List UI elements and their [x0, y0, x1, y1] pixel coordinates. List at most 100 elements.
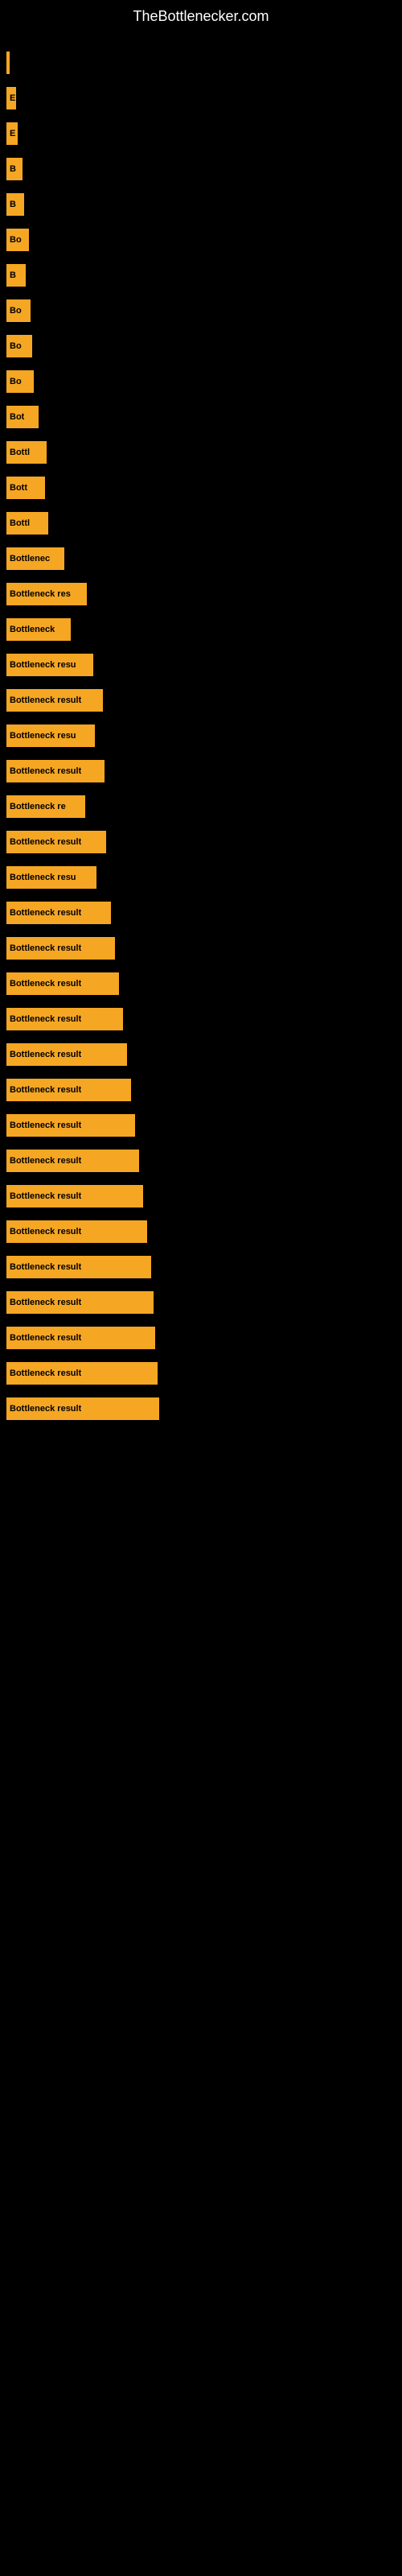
bar-row: Bottl [0, 506, 402, 541]
bar-item: Bottleneck result [6, 972, 119, 995]
bar-item: Bottleneck result [6, 831, 106, 853]
bar-label: Bo [10, 306, 22, 316]
bar-row: Bo [0, 293, 402, 328]
bar-item: Bottleneck resu [6, 724, 95, 747]
bar-row: Bottleneck result [0, 1108, 402, 1143]
bar-label: Bottl [10, 518, 30, 528]
bar-row: Bottleneck resu [0, 647, 402, 683]
bar-label: Bottleneck result [10, 766, 81, 776]
bar-row: Bottleneck result [0, 1391, 402, 1426]
bar-row: E [0, 116, 402, 151]
bar-label: Bottleneck resu [10, 873, 76, 882]
bar-row: Bottleneck result [0, 1356, 402, 1391]
bar-row: Bo [0, 328, 402, 364]
bar-label: Bottleneck res [10, 589, 71, 599]
bar-row: Bottleneck resu [0, 718, 402, 753]
bar-label: Bottleneck result [10, 1085, 81, 1095]
bar-item: Bottleneck result [6, 902, 111, 924]
bar-item: Bottleneck [6, 618, 71, 641]
bar-row: Bottleneck result [0, 1285, 402, 1320]
bar-label: Bo [10, 235, 22, 245]
bar-item: Bottl [6, 441, 47, 464]
bar-item: Bottleneck result [6, 1256, 151, 1278]
bar-row: E [0, 80, 402, 116]
bar-row: Bottleneck resu [0, 860, 402, 895]
bar-item: E [6, 122, 18, 145]
bar-item: Bottleneck result [6, 1114, 135, 1137]
bar-row: Bottleneck result [0, 824, 402, 860]
bars-container: E E B B Bo B Bo Bo Bo Bot Bottl Bott Bottl Bottlenec B… [0, 37, 402, 1435]
bar-label: Bottl [10, 448, 30, 457]
bar-row: Bo [0, 364, 402, 399]
bar-row [0, 45, 402, 80]
site-title: TheBottlenecker.com [0, 0, 402, 37]
bar-item [6, 52, 10, 74]
bar-item: Bottleneck result [6, 1150, 139, 1172]
bar-item: Bott [6, 477, 45, 499]
bar-item: B [6, 264, 26, 287]
bar-label: B [10, 164, 16, 174]
bar-label: Bot [10, 412, 24, 422]
bar-row: Bottleneck result [0, 1214, 402, 1249]
bar-item: Bottleneck result [6, 1043, 127, 1066]
bar-item: Bottlenec [6, 547, 64, 570]
bar-label: Bottleneck result [10, 1333, 81, 1343]
bar-item: Bottleneck res [6, 583, 87, 605]
bar-row: Bottleneck re [0, 789, 402, 824]
bar-label: B [10, 200, 16, 209]
bar-row: Bottleneck result [0, 1037, 402, 1072]
bar-row: Bottleneck result [0, 1001, 402, 1037]
bar-row: B [0, 258, 402, 293]
bar-item: Bottleneck result [6, 1220, 147, 1243]
bar-row: Bottleneck result [0, 966, 402, 1001]
bar-item: Bottleneck result [6, 1327, 155, 1349]
bar-label: Bottleneck result [10, 1368, 81, 1378]
bar-label: Bottleneck result [10, 1262, 81, 1272]
bar-label: Bottleneck result [10, 1121, 81, 1130]
bar-row: Bottleneck result [0, 753, 402, 789]
bar-row: B [0, 187, 402, 222]
bar-item: Bottleneck result [6, 760, 105, 782]
bar-item: Bottleneck result [6, 1079, 131, 1101]
bar-item: Bottleneck re [6, 795, 85, 818]
bar-row: Bottleneck [0, 612, 402, 647]
bar-row: B [0, 151, 402, 187]
bar-item: Bottleneck result [6, 1397, 159, 1420]
bar-label: E [10, 93, 15, 103]
bar-row: Bottleneck result [0, 1143, 402, 1179]
bar-item: Bo [6, 229, 29, 251]
bar-row: Bottleneck result [0, 895, 402, 931]
bar-item: Bo [6, 370, 34, 393]
bar-label: Bottleneck result [10, 1156, 81, 1166]
bar-row: Bottlenec [0, 541, 402, 576]
bar-item: Bottleneck result [6, 937, 115, 960]
bar-item: Bottleneck result [6, 689, 103, 712]
bar-label: Bottleneck resu [10, 660, 76, 670]
bar-row: Bottleneck result [0, 1320, 402, 1356]
bar-label: Bottleneck [10, 625, 55, 634]
bar-label: Bott [10, 483, 27, 493]
bar-item: Bo [6, 335, 32, 357]
bar-item: B [6, 158, 23, 180]
bar-item: B [6, 193, 24, 216]
bar-row: Bottleneck result [0, 1072, 402, 1108]
bar-row: Bottleneck result [0, 683, 402, 718]
bar-label: Bottleneck result [10, 1298, 81, 1307]
bar-row: Bot [0, 399, 402, 435]
bar-row: Bottleneck result [0, 1179, 402, 1214]
bar-row: Bott [0, 470, 402, 506]
bar-label: Bo [10, 377, 22, 386]
bar-item: Bottleneck result [6, 1362, 158, 1385]
bar-label: Bottleneck result [10, 943, 81, 953]
bar-item: Bottleneck resu [6, 654, 93, 676]
bar-row: Bo [0, 222, 402, 258]
bar-label: Bottleneck result [10, 1227, 81, 1236]
bar-item: Bot [6, 406, 39, 428]
bar-label: Bottlenec [10, 554, 50, 564]
bar-label: Bottleneck result [10, 696, 81, 705]
bar-item: Bo [6, 299, 31, 322]
bar-item: Bottleneck result [6, 1008, 123, 1030]
bar-label: Bo [10, 341, 22, 351]
bar-item: Bottl [6, 512, 48, 535]
bar-label: E [10, 129, 15, 138]
